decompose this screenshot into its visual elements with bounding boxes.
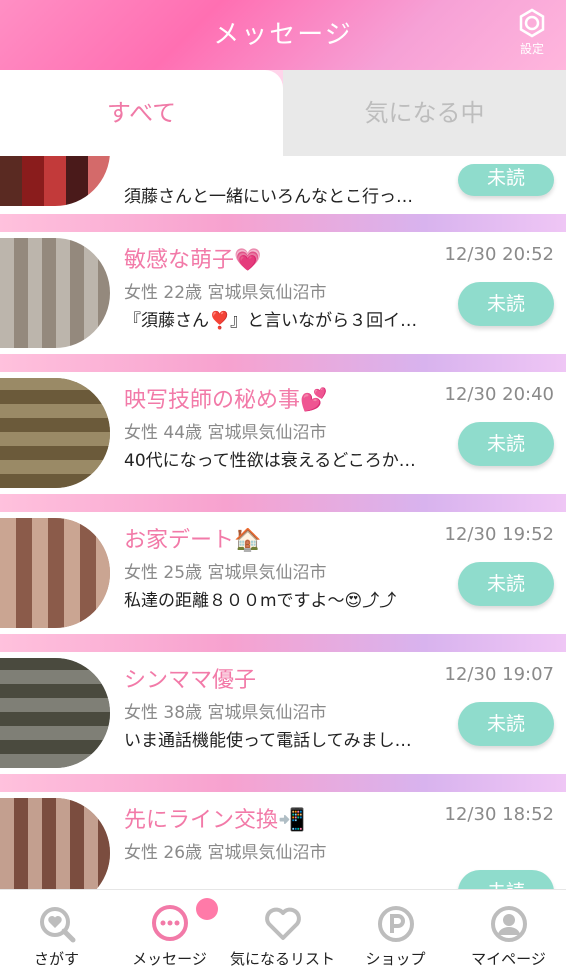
row-divider [0,634,566,652]
row-divider [0,354,566,372]
message-time: 12/30 19:07 [444,664,554,685]
avatar[interactable] [0,798,110,889]
list-item[interactable]: 須藤さんと一緒にいろんなとこ行っ… 未読 [0,156,566,214]
heart-icon [264,907,301,940]
notification-badge [196,898,218,920]
chat-bubble-icon [151,905,188,941]
avatar[interactable] [0,238,110,348]
unread-button[interactable]: 未読 [458,702,554,746]
unread-button[interactable]: 未読 [458,422,554,466]
message-tabs: すべて 気になる中 [0,70,566,156]
tab-interested[interactable]: 気になる中 [283,70,566,156]
nav-label: 気になるリスト [229,950,335,968]
list-item[interactable]: 敏感な萌子💗 12/30 20:52 女性 22歳 宮城県気仙沼市 『須藤さん❣… [0,232,566,354]
settings-label: 設定 [519,42,544,56]
list-item[interactable]: お家デート🏠 12/30 19:52 女性 25歳 宮城県気仙沼市 私達の距離８… [0,512,566,634]
message-time: 12/30 20:40 [444,384,554,405]
message-preview: 須藤さんと一緒にいろんなとこ行っ… [124,187,413,207]
sender-name: シンママ優子 [124,668,257,693]
message-time: 12/30 18:52 [444,804,554,825]
list-item[interactable]: 映写技師の秘め事💕 12/30 20:40 女性 44歳 宮城県気仙沼市 40代… [0,372,566,494]
list-item[interactable]: シンママ優子 12/30 19:07 女性 38歳 宮城県気仙沼市 いま通話機能… [0,652,566,774]
avatar[interactable] [0,378,110,488]
header-bar: メッセージ 設定 [0,0,566,70]
nav-mypage[interactable]: マイページ [452,890,565,974]
avatar[interactable] [0,156,110,206]
sender-profile: 女性 22歳 宮城県気仙沼市 [124,283,327,303]
sender-profile: 女性 26歳 宮城県気仙沼市 [124,843,327,863]
bottom-navigation: さがす メッセージ 気になるリスト ショップ マイページ [0,889,566,974]
list-item[interactable]: 先にライン交換📲 12/30 18:52 女性 26歳 宮城県気仙沼市 未読 [0,792,566,889]
nav-search[interactable]: さがす [0,890,113,974]
message-preview: 私達の距離８００mですよ〜😍⤴⤴ [124,591,397,611]
unread-button[interactable]: 未読 [458,164,554,196]
sender-name: 敏感な萌子💗 [124,248,262,273]
nav-label: ショップ [365,950,426,968]
nav-label: さがす [33,950,79,968]
message-time: 12/30 19:52 [444,524,554,545]
tab-all[interactable]: すべて [0,70,283,156]
points-icon [377,906,414,942]
nav-shop[interactable]: ショップ [339,890,452,974]
sender-profile: 女性 38歳 宮城県気仙沼市 [124,703,327,723]
avatar[interactable] [0,518,110,628]
row-divider [0,494,566,512]
nav-favorites[interactable]: 気になるリスト [226,890,339,974]
sender-name: お家デート🏠 [124,528,262,553]
message-preview: 40代になって性欲は衰えるどころか… [124,451,416,471]
unread-button[interactable]: 未読 [458,282,554,326]
search-heart-icon [39,907,75,943]
sender-profile: 女性 25歳 宮城県気仙沼市 [124,563,327,583]
avatar[interactable] [0,658,110,768]
unread-button[interactable]: 未読 [458,562,554,606]
settings-icon [519,8,545,38]
nav-label: マイページ [471,950,546,968]
sender-profile: 女性 44歳 宮城県気仙沼市 [124,423,327,443]
settings-button[interactable]: 設定 [512,8,552,58]
message-preview: いま通話機能使って電話してみまし… [124,731,412,751]
row-divider [0,214,566,232]
message-list: 須藤さんと一緒にいろんなとこ行っ… 未読 敏感な萌子💗 12/30 20:52 … [0,156,566,889]
sender-name: 映写技師の秘め事💕 [124,388,328,413]
row-divider [0,774,566,792]
message-time: 12/30 20:52 [444,244,554,265]
nav-label: メッセージ [132,950,207,968]
unread-button[interactable]: 未読 [458,870,554,889]
sender-name: 先にライン交換📲 [124,808,306,833]
message-preview: 『須藤さん❣️』と言いながら３回イ… [124,311,418,331]
user-icon [490,906,527,942]
page-title: メッセージ [213,20,353,50]
